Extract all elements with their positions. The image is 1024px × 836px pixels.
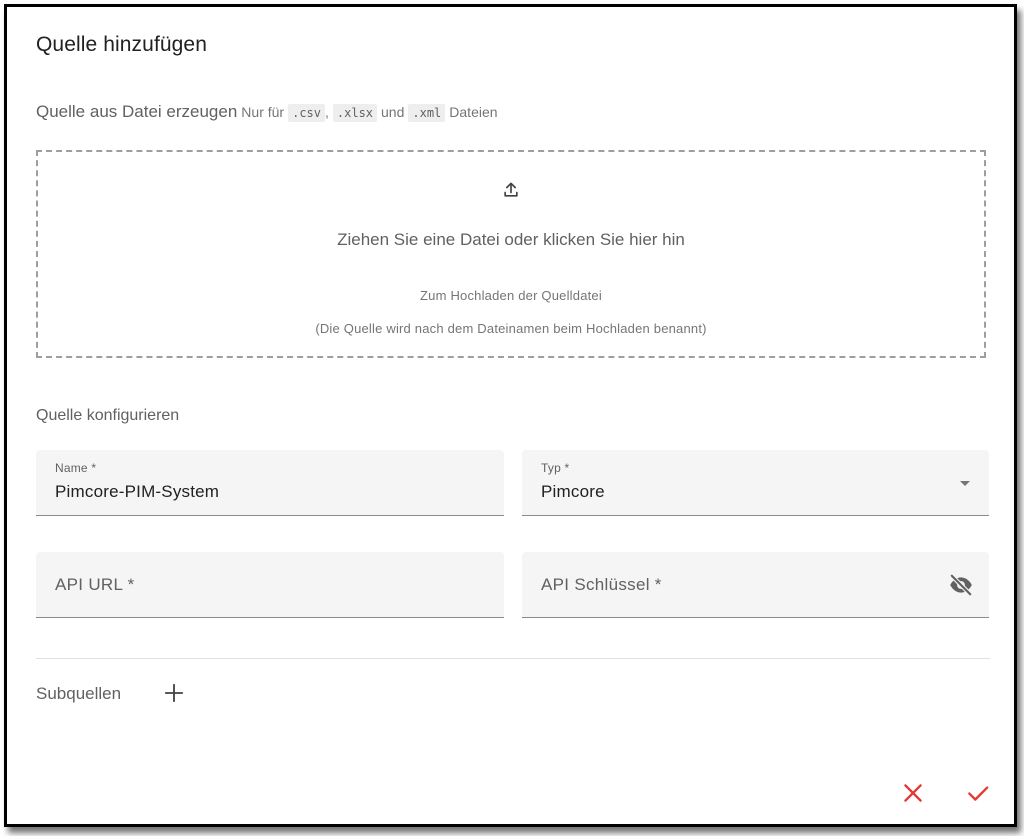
type-select[interactable]: Typ * Pimcore [522, 450, 989, 516]
dropzone-subtext: Zum Hochladen der Quelldatei [420, 288, 602, 303]
name-field-label: Name * [55, 461, 97, 475]
upload-heading: Quelle aus Datei erzeugen [36, 102, 238, 121]
visibility-off-icon[interactable] [948, 572, 974, 598]
type-select-value: Pimcore [541, 482, 605, 501]
file-dropzone[interactable]: Ziehen Sie eine Datei oder klicken Sie h… [36, 150, 986, 358]
close-icon[interactable] [900, 780, 926, 806]
upload-icon [504, 182, 518, 197]
format-xlsx: .xlsx [332, 104, 378, 122]
hint-comma: , [325, 104, 329, 120]
config-section-label: Quelle konfigurieren [36, 407, 180, 424]
api-key-placeholder: API Schlüssel * [541, 575, 662, 594]
type-select-label: Typ * [541, 461, 570, 475]
upload-heading-row: Quelle aus Datei erzeugen Nur für .csv, … [36, 102, 498, 122]
name-field[interactable]: Name * Pimcore-PIM-System [36, 450, 504, 516]
hint-prefix: Nur für [241, 104, 285, 120]
upload-format-hint: Nur für .csv, .xlsx und .xml Dateien [241, 104, 498, 122]
check-icon[interactable] [965, 780, 991, 806]
section-divider [36, 658, 990, 659]
dropzone-note: (Die Quelle wird nach dem Dateinamen bei… [315, 321, 707, 336]
dialog: Quelle hinzufügen Quelle aus Datei erzeu… [4, 4, 1017, 827]
plus-icon[interactable] [163, 682, 185, 704]
hint-suffix: Dateien [449, 104, 498, 120]
api-url-field[interactable]: API URL * [36, 552, 504, 618]
dialog-title: Quelle hinzufügen [36, 33, 207, 56]
format-csv: .csv [288, 104, 325, 122]
dropzone-instruction: Ziehen Sie eine Datei oder klicken Sie h… [337, 230, 685, 249]
api-key-field[interactable]: API Schlüssel * [522, 552, 989, 618]
subsources-label: Subquellen [36, 684, 122, 703]
chevron-down-icon [960, 481, 970, 486]
format-xml: .xml [408, 104, 446, 122]
name-field-value: Pimcore-PIM-System [55, 482, 220, 501]
api-url-placeholder: API URL * [55, 575, 135, 594]
hint-and: und [381, 104, 405, 120]
